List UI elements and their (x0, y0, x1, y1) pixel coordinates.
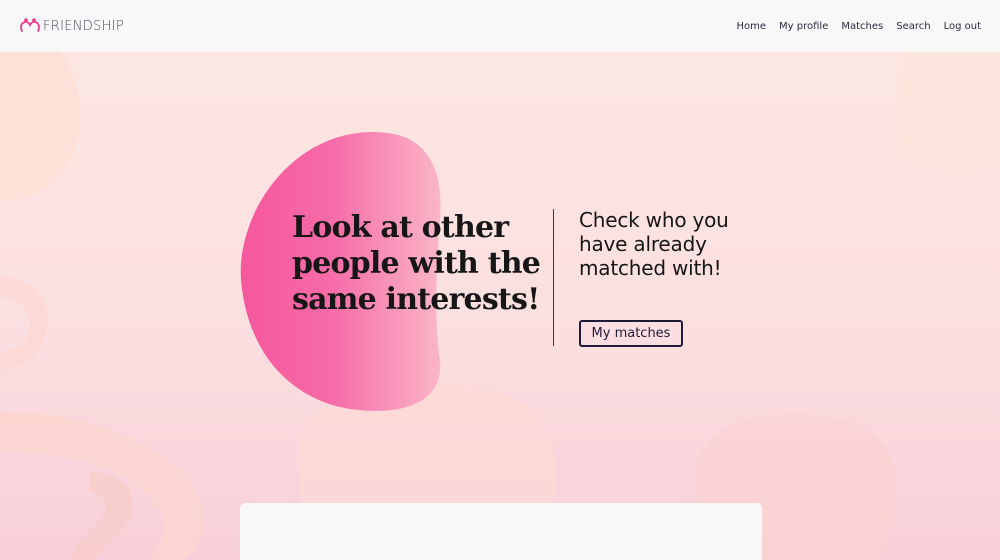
brand-name: FRIENDSHIP (43, 18, 124, 34)
heart-hands-icon (20, 18, 40, 32)
brand-logo-link[interactable]: FRIENDSHIP (19, 17, 124, 35)
nav-link-my-profile[interactable]: My profile (779, 21, 828, 32)
vertical-divider (553, 209, 554, 346)
nav-links: Home My profile Matches Search Log out (737, 21, 982, 32)
nav-link-matches[interactable]: Matches (841, 21, 883, 32)
matches-prompt-text: Check who you have already matched with! (579, 208, 729, 280)
nav-link-log-out[interactable]: Log out (944, 21, 981, 32)
nav-link-home[interactable]: Home (737, 21, 767, 32)
hero-headline: Look at other people with the same inter… (292, 210, 541, 317)
nav-link-search[interactable]: Search (896, 21, 930, 32)
content-panel (240, 503, 762, 560)
my-matches-button[interactable]: My matches (579, 320, 683, 347)
hero-section: Look at other people with the same inter… (0, 52, 1000, 560)
top-navbar: FRIENDSHIP Home My profile Matches Searc… (0, 0, 1000, 52)
